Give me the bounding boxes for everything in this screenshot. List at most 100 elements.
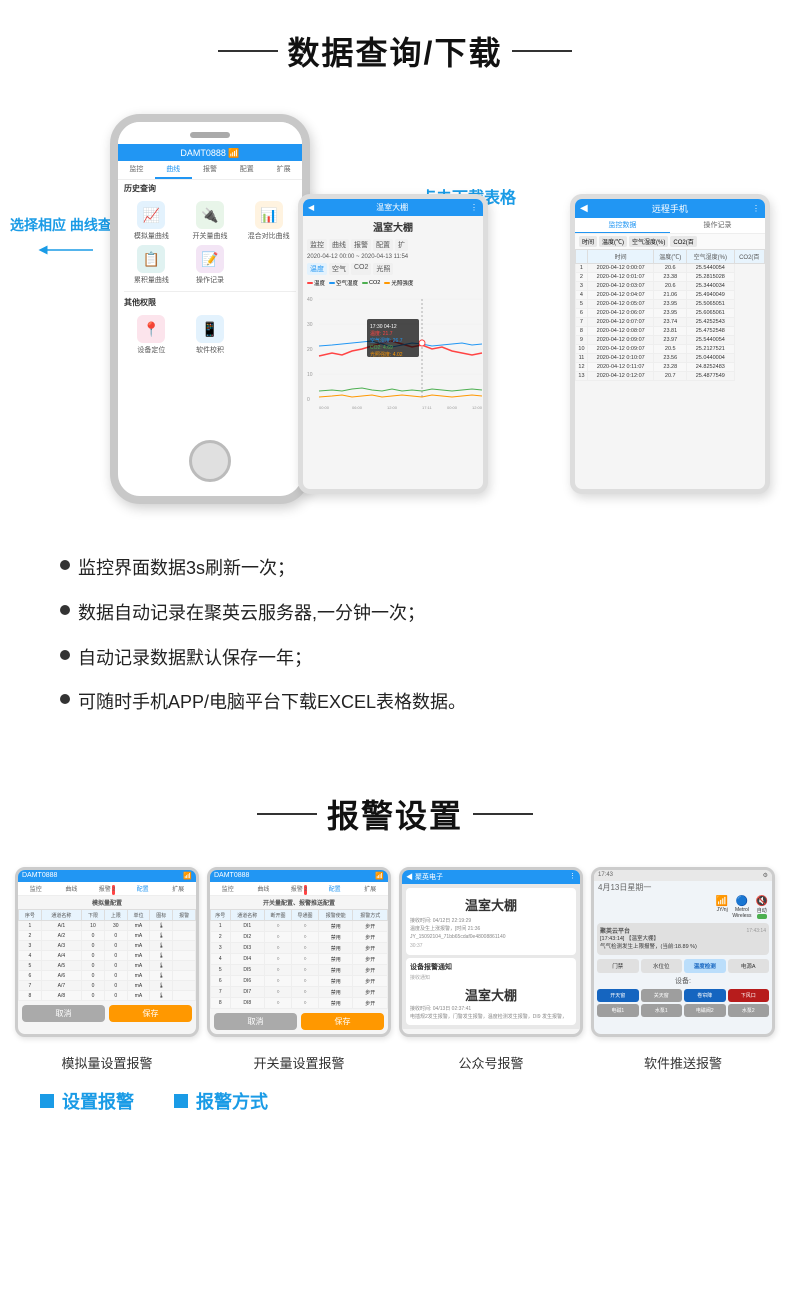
svg-text:30: 30	[307, 322, 313, 328]
ap4-ctrl-pump2[interactable]: 水泵2	[728, 1004, 770, 1017]
p1-nav-config[interactable]: 配置	[228, 161, 265, 179]
ap4-ctrl-solenoid1[interactable]: 电磁1	[597, 1004, 639, 1017]
ap3-notify-text: 接收时间: 04/13日 02:37:41 电插规2发生报警，门警发生报警，温度…	[410, 1006, 572, 1021]
section2-heading: 报警设置	[327, 791, 463, 837]
ap1-header: DAMT0888 📶	[18, 870, 196, 882]
bullet-item: 数据自动记录在聚英云服务器,一分钟一次；	[60, 599, 730, 628]
p3-tab-monitor[interactable]: 监控数据	[575, 218, 670, 233]
ap1-table-title: 模拟量配置	[18, 896, 196, 909]
ap2-save-btn[interactable]: 保存	[301, 1013, 384, 1030]
p1-item-cumulative[interactable]: 📋 累积量曲线	[124, 245, 179, 285]
alarm-screenshots: DAMT0888 📶 监控 曲线 报警 2 配置 扩展 模拟量配置 序号通道名称…	[0, 857, 790, 1047]
ap3-header: ◀ 聚英电子 ⋮	[402, 870, 580, 884]
p1-grid: 📈 模拟量曲线 🔌 开关量曲线 📊 混合对比曲线	[118, 197, 302, 245]
table-row: 122020-04-12 0:11:0723.2824.8252483	[576, 363, 765, 372]
ap1-nav: 监控 曲线 报警 2 配置 扩展	[18, 882, 196, 896]
mixed-curve-icon: 📊	[255, 201, 283, 229]
bullet-item: 自动记录数据默认保存一年；	[60, 644, 730, 673]
ap4-statusbar: 17:43 ⚙	[594, 870, 772, 881]
ap4-ctrl-close-skylight[interactable]: 关天窗	[641, 989, 683, 1002]
ap1-btn-row: 取消 保存	[18, 1001, 196, 1026]
ap1-cancel-btn[interactable]: 取消	[22, 1005, 105, 1022]
table-row: 72020-04-12 0:07:0723.7425.4252543	[576, 318, 765, 327]
alarm-phone-analog: DAMT0888 📶 监控 曲线 报警 2 配置 扩展 模拟量配置 序号通道名称…	[15, 867, 199, 1037]
section1-title: 数据查询/下载	[0, 0, 790, 94]
bottom-item-set-alarm: 设置报警	[40, 1088, 134, 1114]
caption-analog: 模拟量设置报警	[15, 1053, 199, 1072]
ap3-body: 温室大棚 接收时间: 04/12日 22:19:29 温度及生上涨报警，[时间 …	[402, 884, 580, 1029]
p3-tabs: 监控数据 操作记录	[575, 218, 765, 234]
ap4-btn-door[interactable]: 门禁	[597, 959, 639, 973]
title-line-left	[218, 50, 278, 52]
switch-curve-icon: 🔌	[196, 201, 224, 229]
p3-tab-oplog[interactable]: 操作记录	[670, 218, 765, 233]
ap4-btn-water-level[interactable]: 水位位	[641, 959, 683, 973]
caption-software: 软件推送报警	[591, 1053, 775, 1072]
ap4-button-grid: 门禁 水位位 温度检测 电源A	[594, 957, 772, 975]
ap2-btn-row: 取消 保存	[210, 1009, 388, 1034]
p1-item-empty	[241, 245, 296, 285]
bullet-dot	[60, 560, 70, 570]
ap4-ctrl-down-vent[interactable]: 下风口	[728, 989, 770, 1002]
cumulative-curve-icon: 📋	[137, 245, 165, 273]
p1-item-switch[interactable]: 🔌 开关量曲线	[183, 201, 238, 241]
p1-item-software[interactable]: 📱 软件校积	[183, 315, 238, 355]
alarm-captions: 模拟量设置报警 开关量设置报警 公众号报警 软件推送报警	[0, 1047, 790, 1078]
ap4-ctrl-open-skylight[interactable]: 开天窗	[597, 989, 639, 1002]
p1-item-locate[interactable]: 📍 设备定位	[124, 315, 179, 355]
p1-nav-extend[interactable]: 扩展	[265, 161, 302, 179]
alarm-phone-software: 17:43 ⚙ 4月13日星期一 📶 JY/nj 🔵 Metrol Wirele…	[591, 867, 775, 1037]
alarm-phone-public: ◀ 聚英电子 ⋮ 温室大棚 接收时间: 04/12日 22:19:29 温度及生…	[399, 867, 583, 1037]
table-row: 62020-04-12 0:06:0723.9525.6065061	[576, 309, 765, 318]
ap4-btn-temp[interactable]: 温度检测	[684, 959, 726, 973]
ap1-save-btn[interactable]: 保存	[109, 1005, 192, 1022]
table-row: 92020-04-12 0:09:0723.9725.5440054	[576, 336, 765, 345]
data-table: 时间 温度(℃) 空气湿度(%) CO2(百 12020-04-12 0:00:…	[575, 249, 765, 381]
ap4-ctrl-curtain-down[interactable]: 卷帘降	[684, 989, 726, 1002]
table-row: 22020-04-12 0:01:0723.3825.2815028	[576, 273, 765, 282]
phone-main-screen: DAMT0888 📶 监控 曲线 报警 配置 扩展 历史查询 📈 模拟量曲线	[118, 122, 302, 496]
p1-item-oplog[interactable]: 📝 操作记录	[183, 245, 238, 285]
label-select-curve: 选择相应 曲线查询	[10, 214, 126, 260]
table-row: 82020-04-12 0:08:0723.8125.4752548	[576, 327, 765, 336]
analog-curve-icon: 📈	[137, 201, 165, 229]
ap4-ctrl-solenoid2[interactable]: 电磁阀2	[684, 1004, 726, 1017]
table-row: 32020-04-12 0:03:0720.625.3440034	[576, 282, 765, 291]
p1-nav-curve[interactable]: 曲线	[155, 161, 192, 179]
svg-text:06:00: 06:00	[352, 405, 363, 410]
p2-legend: 温度 空气湿度 CO2 光照强度	[303, 277, 483, 289]
p2-date-range: 2020-04-12 00:00 ~ 2020-04-13 11:54	[303, 253, 483, 261]
ap3-device-name2: 温室大棚	[410, 983, 572, 1006]
table-row: 52020-04-12 0:05:0723.9525.5065051	[576, 300, 765, 309]
p1-grid2: 📋 累积量曲线 📝 操作记录	[118, 245, 302, 289]
screenshots-area: 选择相应 曲线查询 DAMT0888 📶 监控 曲线 报警	[0, 94, 790, 524]
bottom-item-alarm-method: 报警方式	[174, 1088, 268, 1114]
bullet-item: 可随时手机APP/电脑平台下载EXCEL表格数据。	[60, 688, 730, 717]
section1-heading: 数据查询/下载	[288, 28, 503, 74]
p1-item-mixed[interactable]: 📊 混合对比曲线	[241, 201, 296, 241]
alarm-title-line-left	[257, 813, 317, 815]
chart-container: 40 30 20 10 0 00:00	[303, 289, 483, 413]
svg-text:20: 20	[307, 347, 313, 353]
ap3-device-card: 温室大棚 接收时间: 04/12日 22:19:29 温度及生上涨报警，[时间 …	[406, 888, 576, 955]
p2-controls: 监控曲线报警配置扩	[303, 237, 483, 253]
ap3-notify-time: 接收通知	[410, 974, 572, 981]
ap4-ctrl-pump1[interactable]: 水泵1	[641, 1004, 683, 1017]
blue-square-method	[174, 1094, 188, 1108]
p1-nav-monitor[interactable]: 监控	[118, 161, 155, 179]
bottom-section: 设置报警 报警方式	[0, 1078, 790, 1124]
table-row: 112020-04-12 0:10:0723.5625.0440004	[576, 354, 765, 363]
p1-other-label: 其他权限	[118, 294, 302, 311]
ap4-btn-power[interactable]: 电源A	[728, 959, 770, 973]
caption-switch: 开关量设置报警	[207, 1053, 391, 1072]
p1-item-analog[interactable]: 📈 模拟量曲线	[124, 201, 179, 241]
alarm-method-label: 报警方式	[196, 1088, 268, 1114]
ap1-data-table: 序号通道名称下限上限单位图标报警 1A/11030mA🌡 2A/200mA🌡 3…	[18, 909, 196, 1001]
svg-text:12:00: 12:00	[387, 405, 398, 410]
ap2-table-title: 开关量配置、报警推送配置	[210, 896, 388, 909]
ap3-notify-title: 设备报警通知	[410, 962, 572, 972]
p1-nav-alarm[interactable]: 报警	[192, 161, 229, 179]
ap2-cancel-btn[interactable]: 取消	[214, 1013, 297, 1030]
phone-chart: ◀ 温室大棚 ⋮ 温室大棚 监控曲线报警配置扩 2020-04-12 00:00…	[298, 194, 488, 494]
ap4-control-grid: 开天窗 关天窗 卷帘降 下风口 电磁1 水泵1 电磁阀2 水泵2	[594, 987, 772, 1019]
